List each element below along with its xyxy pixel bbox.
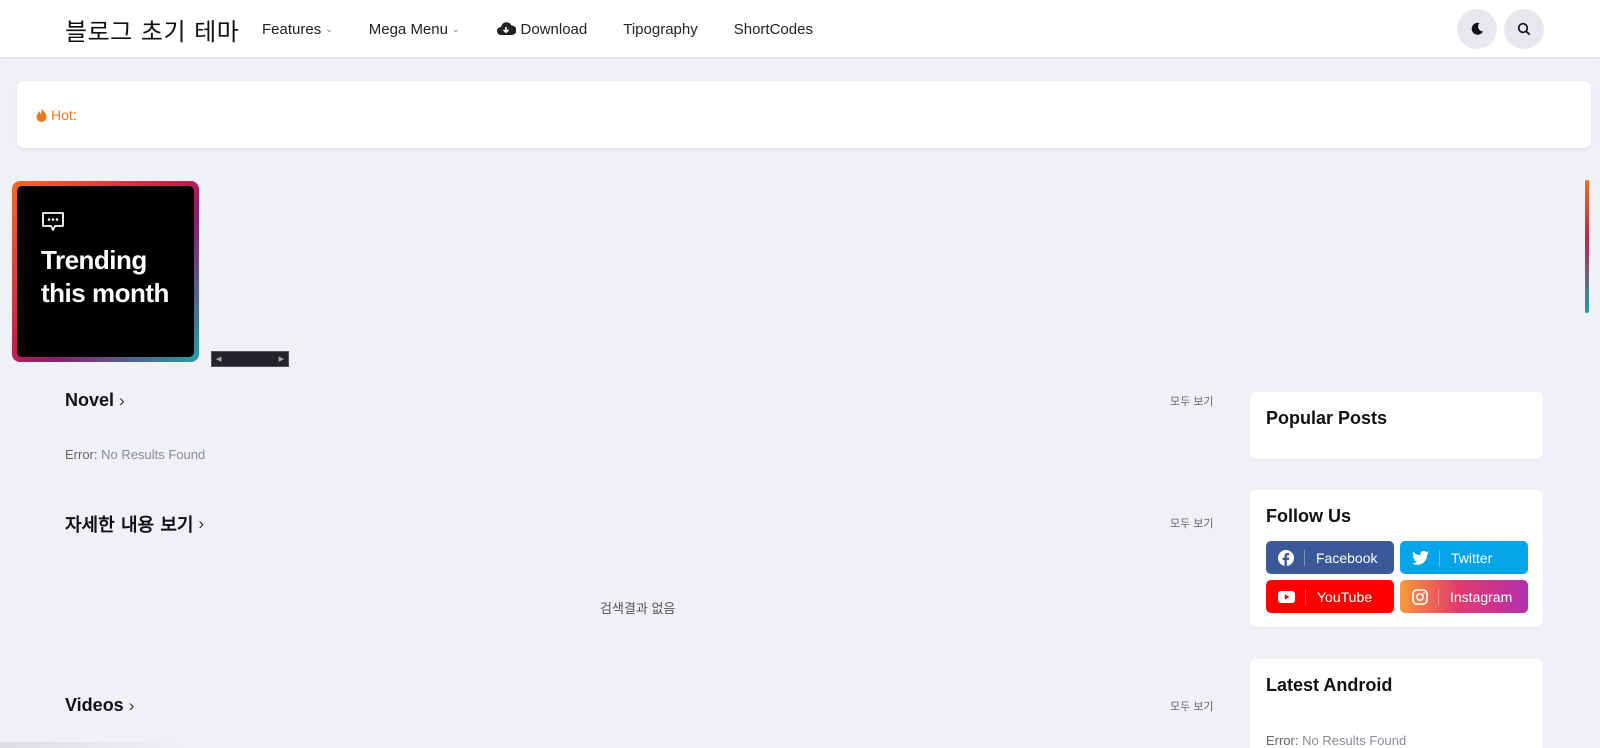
instagram-icon xyxy=(1412,588,1428,605)
scroll-left-icon[interactable]: ◀ xyxy=(216,355,221,363)
chat-dots-icon xyxy=(42,212,64,231)
view-all-link[interactable]: 모두 보기 xyxy=(1170,393,1214,409)
error-message: Error: No Results Found xyxy=(1266,733,1527,748)
section-title-text: Videos xyxy=(65,695,124,715)
nav-item-features[interactable]: Features ⌄ xyxy=(262,21,333,38)
chevron-right-icon: › xyxy=(128,695,135,715)
twitter-button[interactable]: Twitter xyxy=(1400,541,1528,574)
dark-mode-toggle[interactable] xyxy=(1457,9,1497,49)
nav-label-tipography: Tipography xyxy=(623,20,698,38)
social-label: YouTube xyxy=(1317,588,1373,605)
error-text: No Results Found xyxy=(1302,733,1407,748)
youtube-button[interactable]: YouTube xyxy=(1266,580,1394,613)
social-label: Instagram xyxy=(1450,588,1513,605)
popular-posts-widget: Popular Posts xyxy=(1250,392,1543,459)
scroll-right-icon[interactable]: ▶ xyxy=(279,355,284,363)
hot-label: Hot: xyxy=(36,107,77,123)
main-nav: Features ⌄ Mega Menu ⌄ Download Tipograp… xyxy=(262,0,849,58)
separator xyxy=(1305,588,1306,605)
cloud-download-icon xyxy=(496,22,516,35)
nav-label-features: Features xyxy=(262,20,322,38)
social-label: Twitter xyxy=(1451,549,1493,566)
section-title-details[interactable]: 자세한 내용 보기 › xyxy=(65,511,204,537)
hot-ticker: Hot: xyxy=(17,81,1591,148)
separator xyxy=(1438,588,1439,605)
section-title-videos[interactable]: Videos › xyxy=(65,695,134,716)
section-title-novel[interactable]: Novel › xyxy=(65,390,125,411)
widget-title: Popular Posts xyxy=(1266,408,1388,428)
facebook-button[interactable]: Facebook xyxy=(1266,541,1394,574)
section-title-text: 자세한 내용 보기 xyxy=(65,515,194,536)
page-scroll-indicator[interactable] xyxy=(1585,180,1589,313)
chevron-right-icon: › xyxy=(198,514,205,533)
section-title-text: Novel xyxy=(65,390,115,410)
error-message: Error: No Results Found xyxy=(65,447,205,462)
error-text: No Results Found xyxy=(101,447,206,462)
empty-results-message: 검색결과 없음 xyxy=(600,601,676,616)
separator xyxy=(1304,549,1305,566)
social-links: Facebook Twitter YouTube Instagram xyxy=(1266,541,1528,613)
trending-title: Trending this month xyxy=(41,245,169,308)
nav-item-shortcodes[interactable]: ShortCodes xyxy=(734,21,813,38)
latest-android-widget: Latest Android Error: No Results Found xyxy=(1250,659,1543,748)
fire-icon xyxy=(36,107,47,122)
trending-card[interactable]: Trending this month xyxy=(12,181,199,362)
search-icon xyxy=(1517,22,1531,36)
widget-title: Latest Android xyxy=(1266,675,1393,695)
facebook-icon xyxy=(1278,549,1294,566)
trending-card-inner: Trending this month xyxy=(17,186,194,357)
twitter-icon xyxy=(1412,550,1429,565)
search-button[interactable] xyxy=(1504,9,1544,49)
nav-item-download[interactable]: Download xyxy=(496,20,588,38)
error-prefix: Error: xyxy=(65,447,98,462)
carousel-scroller[interactable]: ◀ ▶ xyxy=(211,351,289,367)
youtube-icon xyxy=(1278,590,1295,603)
nav-label-shortcodes: ShortCodes xyxy=(733,20,813,38)
site-header: 블로그 초기 테마 Features ⌄ Mega Menu ⌄ Downloa… xyxy=(0,0,1600,58)
chevron-right-icon: › xyxy=(119,390,125,410)
nav-item-tipography[interactable]: Tipography xyxy=(623,21,698,38)
hot-label-text: Hot: xyxy=(51,106,77,123)
widget-title: Follow Us xyxy=(1266,506,1351,526)
nav-item-mega-menu[interactable]: Mega Menu ⌄ xyxy=(369,21,460,38)
social-label: Facebook xyxy=(1316,549,1378,566)
view-all-link[interactable]: 모두 보기 xyxy=(1170,515,1214,531)
chevron-down-icon: ⌄ xyxy=(325,23,333,34)
follow-us-widget: Follow Us Facebook Twitter YouTube Insta… xyxy=(1250,490,1543,627)
moon-icon xyxy=(1471,22,1483,35)
separator xyxy=(1439,549,1440,566)
error-prefix: Error: xyxy=(1266,733,1299,748)
chevron-down-icon: ⌄ xyxy=(451,23,460,34)
nav-label-download: Download xyxy=(520,20,588,38)
instagram-button[interactable]: Instagram xyxy=(1400,580,1528,613)
bottom-shadow xyxy=(0,742,190,748)
view-all-link[interactable]: 모두 보기 xyxy=(1170,698,1214,714)
nav-label-mega-menu: Mega Menu xyxy=(368,20,448,38)
site-logo[interactable]: 블로그 초기 테마 xyxy=(65,12,239,47)
